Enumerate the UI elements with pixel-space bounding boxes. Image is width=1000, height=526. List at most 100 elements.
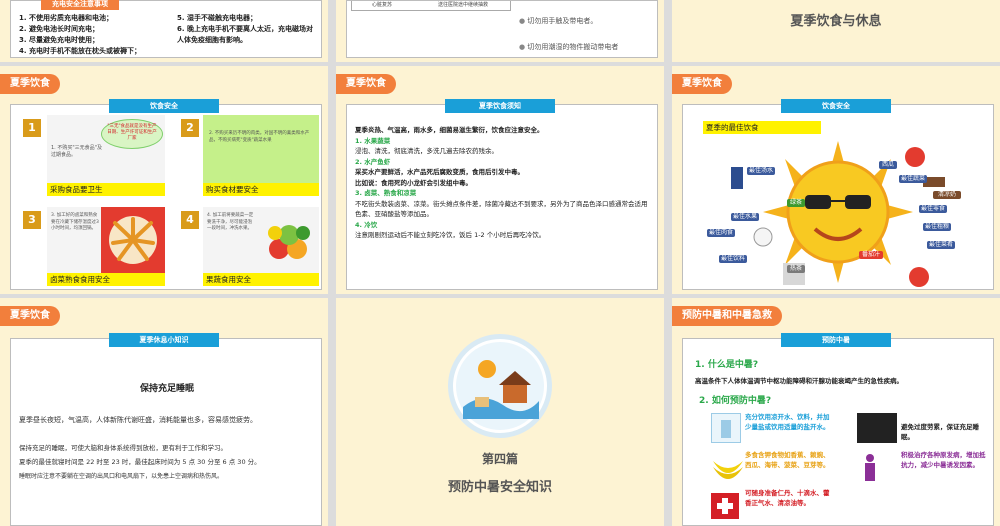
person-icon bbox=[861, 453, 879, 481]
slide-tag: 预防中暑和中暑急救 bbox=[672, 306, 782, 326]
diet-label: 最佳蔬菜 bbox=[899, 175, 927, 183]
panel-tab: 预防中暑 bbox=[781, 333, 891, 347]
shock-bullet-text: 切勿用潮湿的物件搬动带电者 bbox=[527, 43, 619, 51]
slide-summer-rest[interactable]: 夏季饮食 夏季休息小知识 保持充足睡眠 夏季昼长夜短，气温高，人体新陈代谢旺盛，… bbox=[0, 298, 328, 526]
diet-label: 最佳饮料 bbox=[719, 255, 747, 263]
diet-intro: 夏季炎热、气温高，雨水多，细菌易滋生繁衍，饮食应注意安全。 bbox=[355, 126, 544, 134]
bullet-icon: ● bbox=[519, 17, 526, 25]
charging-item: 6. 晚上充电手机不要离人太近，充电磁场对人体免疫细胞有影响。 bbox=[177, 25, 313, 44]
diet-label: 绿茶 bbox=[787, 199, 805, 207]
diet-label: 最佳水果 bbox=[731, 213, 759, 221]
slide-heatstroke-prevention[interactable]: 预防中暑和中暑急救 预防中暑 1. 什么是中暑? 高温条件下人体体温调节中枢功能… bbox=[672, 298, 1000, 526]
cell-note: 3. 加工好的卤菜和熟食要在冷藏下储存温度过3小时时间，均须回锅。 bbox=[51, 213, 99, 231]
cell-caption: 卤菜熟食食用安全 bbox=[47, 273, 165, 286]
tip-text: 多食含钾食物如香蕉、赖豌、西瓜、海带、菠菜、豆芽等。 bbox=[745, 451, 830, 469]
diet-label: 清凉奶 bbox=[933, 191, 961, 199]
diet-label: 西瓜 bbox=[879, 161, 897, 169]
house-scene-icon bbox=[456, 342, 544, 430]
slide-charging-safety[interactable]: 充电安全注意事项 1. 不使用劣质充电器和电池； 2. 避免电池长时间充电； 3… bbox=[0, 0, 328, 62]
bubble-text: "三无"食品就是没有生产日期、生产许可证和生产厂家 bbox=[107, 124, 157, 141]
answer-one: 高温条件下人体体温调节中枢功能障碍和汗腺功能衰竭产生的急性疾病。 bbox=[695, 377, 903, 385]
fruit-veg-illustration: 4. 加工前将要蔬菜一定要洗干净，尽可能浸泡一段时间，冲洗水果。 bbox=[203, 207, 319, 273]
shock-table-right: 送往医院途中继续抽救 bbox=[438, 2, 489, 8]
shock-bullet-list: ● 切勿用手触及带电者。 ● 切勿用潮湿的物件搬动带电者 bbox=[519, 15, 654, 53]
part-label: 第四篇 bbox=[481, 452, 518, 466]
charging-item: 1. 不使用劣质充电器和电池； bbox=[19, 14, 113, 22]
panel-tab: 夏季休息小知识 bbox=[109, 333, 219, 347]
slide-tag: 夏季饮食 bbox=[336, 74, 396, 94]
charging-header: 充电安全注意事项 bbox=[41, 0, 119, 10]
question-two: 2. 如何预防中暑? bbox=[699, 396, 772, 406]
question-one: 1. 什么是中暑? bbox=[695, 360, 759, 370]
diet-section-body: 注意刚剧烈运动后不能立刻吃冷饮，饭后 1-2 个小时后再吃冷饮。 bbox=[355, 231, 546, 239]
charging-item: 3. 尽量避免充电时使用； bbox=[19, 36, 99, 44]
cell-number: 4 bbox=[181, 211, 199, 229]
charging-item: 4. 充电时手机不能放在枕头或被褥下； bbox=[19, 47, 141, 55]
diet-section-title: 3. 卤菜、熟食和凉菜 bbox=[355, 189, 417, 197]
cell-caption: 果蔬食用安全 bbox=[203, 273, 319, 286]
diet-section-title: 4. 冷饮 bbox=[355, 220, 378, 229]
diet-label: 最佳零食 bbox=[919, 205, 947, 213]
shock-table: 心脏复苏 送往医院途中继续抽救 bbox=[351, 1, 511, 11]
slide-tag: 夏季饮食 bbox=[0, 306, 60, 326]
best-diet-heading: 夏季的最佳饮食 bbox=[703, 121, 821, 134]
diet-notes-panel: 夏季饮食须知 夏季炎热、气温高，雨水多，细菌易滋生繁衍，饮食应注意安全。 1. … bbox=[346, 99, 658, 290]
first-aid-icon bbox=[711, 493, 739, 519]
shock-bullet-text: 切勿用手触及带电者。 bbox=[527, 17, 598, 25]
diet-label: 热茶 bbox=[787, 265, 805, 273]
shock-bullet: ● 切勿用潮湿的物件搬动带电者 bbox=[519, 41, 654, 53]
banana-icon bbox=[711, 453, 745, 481]
water-icon bbox=[711, 413, 741, 443]
cell-caption: 购买食材要安全 bbox=[203, 183, 319, 196]
tip-text: 充分饮用凉开水、饮料，并加少量盐或饮用适量的盐开水。 bbox=[745, 413, 830, 431]
best-diet-panel: 饮食安全 夏季的最佳饮食 最佳汤水 最佳蔬菜 西瓜 最佳肉食 最佳水果 最佳粗粮… bbox=[682, 99, 994, 290]
cell-note: 4. 加工前将要蔬菜一定要洗干净，尽可能浸泡一段时间，冲洗水果。 bbox=[207, 213, 254, 231]
part-title: 预防中暑安全知识 bbox=[447, 480, 552, 495]
slide-part-four[interactable]: 第四篇 预防中暑安全知识 bbox=[336, 298, 664, 526]
rest-p2: 保持充足的睡眠，可使大脑和身体系统得到放松，更有利于工作和学习。 bbox=[19, 444, 227, 452]
diet-label: 最佳汤水 bbox=[747, 167, 775, 175]
diet-label: 最佳肉食 bbox=[707, 229, 735, 237]
rest-p4: 睡眠时应注意不要躺在空调的出风口和电风扇下，以免患上空调病和热伤风。 bbox=[19, 473, 224, 480]
slide-summer-diet-title[interactable]: 夏季饮食与休息 bbox=[672, 0, 1000, 62]
panel-tab: 饮食安全 bbox=[781, 99, 891, 113]
cell-number: 1 bbox=[23, 119, 41, 137]
braised-food-illustration: 3. 加工好的卤菜和熟食要在冷藏下储存温度过3小时时间，均须回锅。 bbox=[47, 207, 165, 273]
diet-section-body: 不吃街头散装卤菜、凉菜。街头摊点条件差，除菌冷藏达不到要求，另外为了商品色泽口感… bbox=[355, 199, 648, 219]
slide-tag: 夏季饮食 bbox=[672, 74, 732, 94]
fruit-basket-icon bbox=[268, 225, 310, 259]
three-no-bubble: "三无"食品就是没有生产日期、生产许可证和生产厂家 bbox=[101, 119, 163, 149]
slide-best-summer-diet[interactable]: 夏季饮食 饮食安全 夏季的最佳饮食 最佳汤水 最佳蔬菜 西瓜 最佳肉食 最佳水果… bbox=[672, 66, 1000, 294]
bed-icon bbox=[857, 413, 897, 443]
diet-label: 最佳菜肴 bbox=[927, 241, 955, 249]
part-emblem bbox=[448, 334, 552, 438]
cell-number: 2 bbox=[181, 119, 199, 137]
tip-text: 积极治疗各种原发病，增加抵抗力，减少中暑诱发因素。 bbox=[901, 451, 986, 469]
charging-items-right: 5. 湿手不碰触充电电器； 6. 晚上充电手机不要离人太近，充电磁场对人体免疫细… bbox=[177, 13, 317, 46]
panel-tab: 饮食安全 bbox=[109, 99, 219, 113]
charging-item: 5. 湿手不碰触充电电器； bbox=[177, 14, 257, 22]
cell-number: 3 bbox=[23, 211, 41, 229]
diet-notes-body: 夏季炎热、气温高，雨水多，细菌易滋生繁衍，饮食应注意安全。 1. 水果蔬菜 浸泡… bbox=[355, 125, 653, 241]
heatstroke-panel: 预防中暑 1. 什么是中暑? 高温条件下人体体温调节中枢功能障碍和汗腺功能衰竭产… bbox=[682, 333, 994, 526]
slide-food-safety[interactable]: 夏季饮食 饮食安全 1 1. 不购买"三无食品"及过期食品。 "三无"食品就是没… bbox=[0, 66, 328, 294]
food-safety-panel: 饮食安全 1 1. 不购买"三无食品"及过期食品。 "三无"食品就是没有生产日期… bbox=[10, 99, 322, 290]
charging-panel: 充电安全注意事项 1. 不使用劣质充电器和电池； 2. 避免电池长时间充电； 3… bbox=[10, 0, 322, 58]
cell-note: 1. 不购买"三无食品"及过期食品。 bbox=[51, 145, 102, 158]
slide-tag: 夏季饮食 bbox=[0, 74, 60, 94]
diet-label: 最佳粗粮 bbox=[923, 223, 951, 231]
shock-bullet: ● 切勿用手触及带电者。 bbox=[519, 15, 654, 27]
shrimp-dish-icon bbox=[109, 216, 157, 264]
slide-summer-diet-notes[interactable]: 夏季饮食 夏季饮食须知 夏季炎热、气温高，雨水多，细菌易滋生繁衍，饮食应注意安全… bbox=[336, 66, 664, 294]
rest-p3: 夏季的最佳就寝时间是 22 时至 23 时，最佳起床时间为 5 点 30 分至 … bbox=[19, 458, 261, 466]
charging-item: 2. 避免电池长时间充电； bbox=[19, 25, 99, 33]
rest-p1: 夏季昼长夜短，气温高，人体新陈代谢旺盛，消耗能量也多，容易感觉疲劳。 bbox=[19, 416, 257, 424]
slide-electric-shock[interactable]: 心脏复苏 送往医院途中继续抽救 ● 切勿用手触及带电者。 ● 切勿用潮湿的物件搬… bbox=[336, 0, 664, 62]
shock-panel: 心脏复苏 送往医院途中继续抽救 ● 切勿用手触及带电者。 ● 切勿用潮湿的物件搬… bbox=[346, 0, 658, 58]
rest-heading: 保持充足睡眠 bbox=[139, 384, 194, 394]
diet-section-body: 采买水产要鲜活，水产品死后腐败变质，食用后引发中毒。 bbox=[355, 168, 524, 176]
rest-panel: 夏季休息小知识 保持充足睡眠 夏季昼长夜短，气温高，人体新陈代谢旺盛，消耗能量也… bbox=[10, 333, 322, 526]
section-title: 夏季饮食与休息 bbox=[790, 14, 882, 29]
diet-label: 番茄汁 bbox=[859, 251, 883, 259]
slide-grid: 充电安全注意事项 1. 不使用劣质充电器和电池； 2. 避免电池长时间充电； 3… bbox=[0, 0, 1000, 526]
